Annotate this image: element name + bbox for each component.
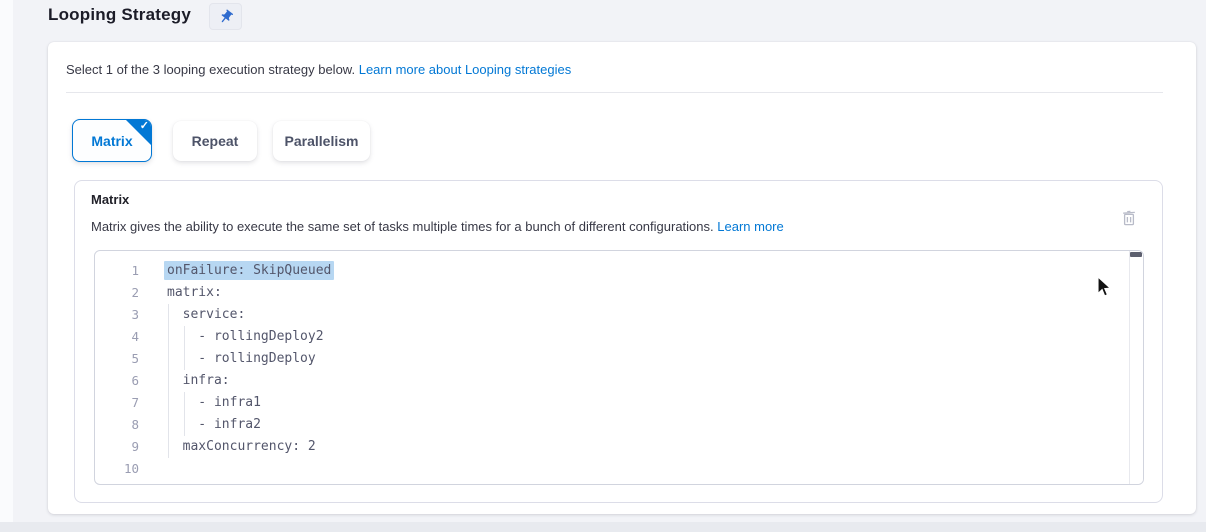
card-heading: Matrix: [91, 192, 129, 207]
code-line: 6 infra:: [95, 370, 1129, 392]
code-line: 7 - infra1: [95, 392, 1129, 414]
tab-repeat-label: Repeat: [192, 133, 239, 149]
line-number: 3: [95, 304, 147, 326]
line-number: 4: [95, 326, 147, 348]
matrix-card: Matrix Matrix gives the ability to execu…: [74, 180, 1163, 503]
code-line: 3 service:: [95, 304, 1129, 326]
tab-parallelism-label: Parallelism: [285, 133, 359, 149]
yaml-editor[interactable]: 1 onFailure: SkipQueued 2matrix: 3 servic…: [94, 250, 1144, 485]
bottom-edge: [0, 522, 1206, 532]
code-line: 2matrix:: [95, 282, 1129, 304]
looping-strategy-panel: Select 1 of the 3 looping execution stra…: [48, 42, 1196, 514]
line-number: 8: [95, 414, 147, 436]
line-number: 1: [95, 260, 147, 282]
indent-guide: [184, 326, 185, 370]
line-number: 7: [95, 392, 147, 414]
code-lines: 1 onFailure: SkipQueued 2matrix: 3 servic…: [95, 260, 1129, 480]
left-gutter: [0, 0, 13, 532]
line-number: 5: [95, 348, 147, 370]
selected-text: onFailure: SkipQueued: [164, 261, 334, 280]
looping-strategies-link[interactable]: Learn more about Looping strategies: [359, 62, 571, 77]
looping-strategy-screen: Looping Strategy Select 1 of the 3 loopi…: [0, 0, 1206, 532]
pin-icon: [218, 9, 234, 25]
line-number: 10: [95, 458, 147, 480]
pin-button[interactable]: [209, 3, 242, 30]
code-line: 1 onFailure: SkipQueued: [95, 260, 1129, 282]
indent-guide: [168, 304, 169, 458]
divider: [66, 92, 1163, 93]
code-line: 4 - rollingDeploy2: [95, 326, 1129, 348]
check-icon: ✓: [140, 120, 149, 133]
card-description: Matrix gives the ability to execute the …: [91, 219, 784, 234]
card-description-text: Matrix gives the ability to execute the …: [91, 219, 714, 234]
scrollbar-thumb[interactable]: [1130, 252, 1142, 257]
delete-strategy-button[interactable]: [1117, 205, 1141, 231]
line-number: 9: [95, 436, 147, 458]
editor-scrollbar[interactable]: [1129, 251, 1143, 484]
intro-sentence: Select 1 of the 3 looping execution stra…: [66, 62, 355, 77]
line-number: 2: [95, 282, 147, 304]
code-line: 10: [95, 458, 1129, 480]
code-line: 8 - infra2: [95, 414, 1129, 436]
tab-parallelism[interactable]: Parallelism: [273, 121, 370, 161]
mouse-cursor-icon: [1096, 276, 1113, 298]
line-number: 6: [95, 370, 147, 392]
tab-repeat[interactable]: Repeat: [173, 121, 257, 161]
tab-matrix-label: Matrix: [91, 133, 132, 149]
learn-more-link[interactable]: Learn more: [717, 219, 783, 234]
code-line: 5 - rollingDeploy: [95, 348, 1129, 370]
code-line: 9 maxConcurrency: 2: [95, 436, 1129, 458]
tab-matrix[interactable]: Matrix ✓: [72, 119, 152, 162]
trash-icon: [1121, 209, 1137, 227]
indent-guide: [184, 392, 185, 436]
intro-text: Select 1 of the 3 looping execution stra…: [66, 62, 571, 77]
page-title: Looping Strategy: [48, 5, 191, 25]
